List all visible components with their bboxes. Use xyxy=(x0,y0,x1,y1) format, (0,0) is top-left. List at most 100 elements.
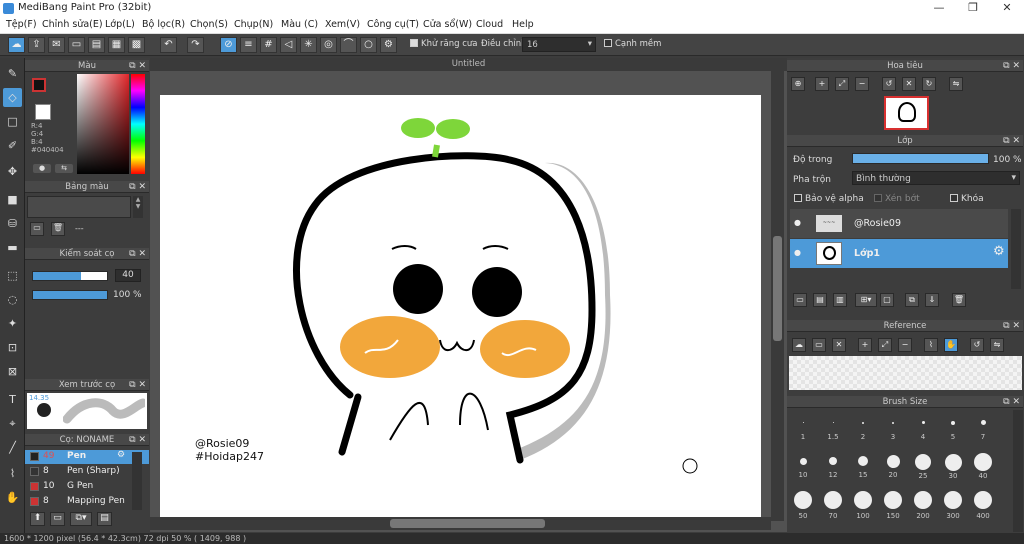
layer-row-rosie[interactable]: ● ~~~ @Rosie09 xyxy=(790,209,1008,238)
flip-icon[interactable]: ⇋ xyxy=(990,338,1004,352)
pen-tool-icon[interactable]: ✐ xyxy=(3,136,22,155)
brush-size-cell[interactable]: 5 xyxy=(938,414,968,441)
cloud-icon[interactable]: ☁ xyxy=(8,37,25,53)
panel-controls-icon[interactable]: ⧉ ✕ xyxy=(1003,60,1020,72)
new-layer-icon[interactable]: ▭ xyxy=(793,293,807,307)
brush-size-cell[interactable]: 40 xyxy=(968,453,998,480)
move-tool-icon[interactable]: ✥ xyxy=(3,162,22,181)
vertical-scroll-thumb[interactable] xyxy=(773,236,782,341)
close-button[interactable]: ✕ xyxy=(992,1,1022,16)
text-tool-icon[interactable]: T xyxy=(3,390,22,409)
divider-tool-icon[interactable]: ╱ xyxy=(3,438,22,457)
delete-palette-icon[interactable]: 🗑 xyxy=(51,222,65,236)
menu-file[interactable]: Tệp(F) xyxy=(6,19,37,30)
brush-size-cell[interactable]: 7 xyxy=(968,414,998,441)
new-brush-icon[interactable]: ▭ xyxy=(50,512,65,526)
clip-checkbox[interactable]: Xén bớt xyxy=(874,194,920,204)
eraser-tool-icon[interactable]: ◇ xyxy=(3,88,22,107)
hand-icon[interactable]: ✋ xyxy=(944,338,958,352)
blend-mode-select[interactable]: Bình thường ▾ xyxy=(852,171,1020,185)
color-mode-button[interactable]: ● xyxy=(33,164,51,173)
gear-icon[interactable]: ⚙ xyxy=(117,450,125,460)
brush-size-cell[interactable]: 12 xyxy=(818,453,848,479)
menu-color[interactable]: Màu (C) xyxy=(281,19,318,30)
brush-size-value[interactable]: 40 xyxy=(115,269,141,282)
maximize-button[interactable]: ❐ xyxy=(958,1,988,16)
brush-size-cell[interactable]: 70 xyxy=(818,491,848,520)
antialias-checkbox[interactable]: Khử răng cưa xyxy=(410,39,478,49)
brush-tool-icon[interactable]: ✎ xyxy=(3,64,22,83)
share-icon[interactable]: ⇪ xyxy=(28,37,45,53)
layer-row-lop1[interactable]: ● Lớp1 ⚙ xyxy=(790,239,1008,268)
brush-settings-icon[interactable]: ▤ xyxy=(97,512,112,526)
lock-checkbox[interactable]: Khóa xyxy=(950,194,984,204)
close-icon[interactable]: ✕ xyxy=(832,338,846,352)
palette-area[interactable] xyxy=(27,196,131,218)
open-reference-icon[interactable]: ☁ xyxy=(792,338,806,352)
background-color-swatch[interactable] xyxy=(35,104,51,120)
tab-untitled[interactable]: Untitled xyxy=(150,58,787,71)
panel-controls-icon[interactable]: ⧉ ✕ xyxy=(1003,396,1020,408)
hue-slider[interactable] xyxy=(131,74,145,174)
palette-scrollbar[interactable]: ▲ ▼ xyxy=(133,196,143,218)
panel-controls-icon[interactable]: ⧉ ✕ xyxy=(129,60,146,72)
panel-controls-icon[interactable]: ⧉ ✕ xyxy=(1003,320,1020,332)
eye-icon[interactable]: ● xyxy=(794,248,801,257)
add-brush-icon[interactable]: ⬆ xyxy=(30,512,45,526)
brush-size-cell[interactable]: 1.5 xyxy=(818,414,848,441)
brush-size-cell[interactable]: 4 xyxy=(908,414,938,441)
layer-opacity-slider[interactable] xyxy=(852,153,989,164)
canvas-paper[interactable]: @Rosie09 #Hoidap247 xyxy=(160,95,761,517)
tile-icon[interactable]: ▩ xyxy=(128,37,145,53)
operation-tool-icon[interactable]: ⌖ xyxy=(3,414,22,433)
menu-window[interactable]: Cửa sổ(W) xyxy=(423,19,472,30)
rotate-right-icon[interactable]: ↻ xyxy=(922,77,936,91)
soft-edge-checkbox[interactable]: Cạnh mềm xyxy=(604,39,661,49)
panel-controls-icon[interactable]: ⧉ ✕ xyxy=(129,181,146,193)
brush-size-cell[interactable]: 100 xyxy=(848,491,878,520)
new-folder-icon[interactable]: ▢ xyxy=(880,293,894,307)
canvas-horizontal-scrollbar[interactable] xyxy=(150,517,771,530)
brush-size-cell[interactable]: 3 xyxy=(878,414,908,441)
brush-menu-icon[interactable]: ⧉▾ xyxy=(70,512,92,526)
reset-icon[interactable]: ↺ xyxy=(970,338,984,352)
panel-controls-icon[interactable]: ⧉ ✕ xyxy=(129,379,146,391)
rotate-left-icon[interactable]: ↺ xyxy=(882,77,896,91)
brush-size-cell[interactable]: 50 xyxy=(788,491,818,520)
brush-item-pen[interactable]: 49 Pen ⚙ xyxy=(25,450,149,464)
eyedropper-icon[interactable]: ⌇ xyxy=(924,338,938,352)
panel-controls-icon[interactable]: ⧉ ✕ xyxy=(1003,135,1020,147)
hand-tool-icon[interactable]: ✋ xyxy=(3,488,22,507)
brush-size-cell[interactable]: 15 xyxy=(848,453,878,479)
flip-icon[interactable]: ⇋ xyxy=(949,77,963,91)
merge-layer-icon[interactable]: ⇓ xyxy=(925,293,939,307)
color-swap-button[interactable]: ⇆ xyxy=(55,164,73,173)
menu-cloud[interactable]: Cloud xyxy=(476,19,503,30)
circle-snap-icon[interactable]: ○ xyxy=(360,37,377,53)
menu-help[interactable]: Help xyxy=(512,19,534,30)
snap-off-icon[interactable]: ⊘ xyxy=(220,37,237,53)
parallel-snap-icon[interactable]: ≡ xyxy=(240,37,257,53)
horizontal-scroll-thumb[interactable] xyxy=(390,519,545,528)
menu-select[interactable]: Chọn(S) xyxy=(190,19,228,30)
grid-icon[interactable]: ▦ xyxy=(108,37,125,53)
delete-layer-icon[interactable]: 🗑 xyxy=(952,293,966,307)
menu-view[interactable]: Xem(V) xyxy=(325,19,360,30)
new-8bit-layer-icon[interactable]: ▥ xyxy=(833,293,847,307)
settings-snap-icon[interactable]: ⚙ xyxy=(380,37,397,53)
protect-alpha-checkbox[interactable]: Bảo vệ alpha xyxy=(794,194,864,204)
folder-icon[interactable]: ▭ xyxy=(812,338,826,352)
zoom-in-icon[interactable]: + xyxy=(815,77,829,91)
reset-icon[interactable]: ✕ xyxy=(902,77,916,91)
redo-icon[interactable]: ↷ xyxy=(187,37,204,53)
gear-icon[interactable]: ⚙ xyxy=(993,244,1005,259)
eyedropper-tool-icon[interactable]: ⌇ xyxy=(3,464,22,483)
menu-layer[interactable]: Lớp(L) xyxy=(105,19,135,30)
new-palette-icon[interactable]: ▭ xyxy=(30,222,44,236)
brush-size-cell[interactable]: 2 xyxy=(848,414,878,441)
brush-item-mapping-pen[interactable]: 8 Mapping Pen xyxy=(25,495,149,509)
brush-size-cell[interactable]: 20 xyxy=(878,453,908,479)
brush-size-cell[interactable]: 400 xyxy=(968,491,998,520)
foreground-color-swatch[interactable] xyxy=(32,78,46,92)
canvas-vertical-scrollbar[interactable] xyxy=(771,71,784,521)
